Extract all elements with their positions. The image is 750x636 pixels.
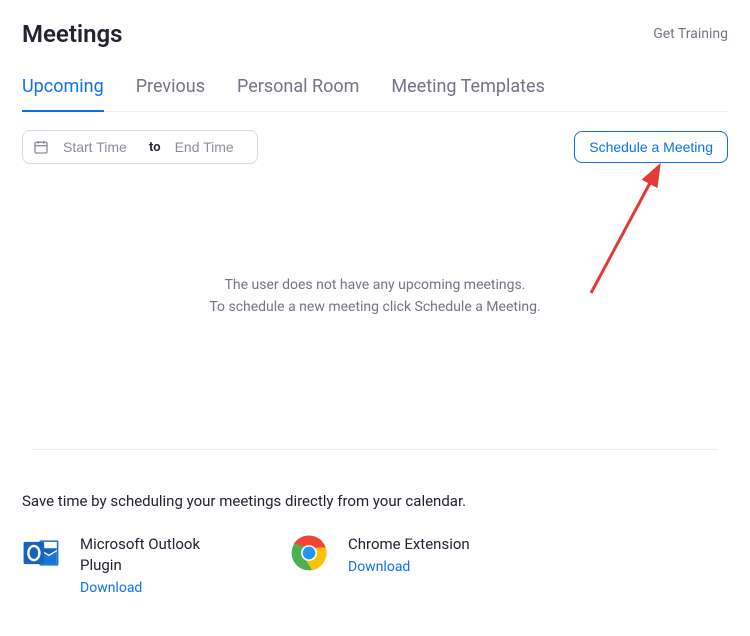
date-range-picker[interactable]: to: [22, 130, 258, 164]
schedule-meeting-button[interactable]: Schedule a Meeting: [574, 131, 728, 163]
end-time-input[interactable]: [175, 139, 247, 155]
tab-personal-room[interactable]: Personal Room: [237, 76, 359, 111]
tab-meeting-templates[interactable]: Meeting Templates: [391, 76, 544, 111]
empty-state-line2: To schedule a new meeting click Schedule…: [22, 296, 728, 318]
outlook-plugin-name: Microsoft Outlook Plugin: [80, 534, 230, 576]
get-training-link[interactable]: Get Training: [653, 26, 728, 42]
tab-previous[interactable]: Previous: [136, 76, 205, 111]
chrome-download-link[interactable]: Download: [348, 559, 470, 575]
empty-state-line1: The user does not have any upcoming meet…: [22, 274, 728, 296]
tab-upcoming[interactable]: Upcoming: [22, 76, 104, 111]
plugin-outlook: Microsoft Outlook Plugin Download: [22, 534, 230, 596]
empty-state: The user does not have any upcoming meet…: [22, 274, 728, 319]
chrome-extension-name: Chrome Extension: [348, 534, 470, 555]
page-title: Meetings: [22, 20, 123, 48]
to-label: to: [149, 140, 161, 155]
tabs-bar: Upcoming Previous Personal Room Meeting …: [22, 76, 728, 112]
start-time-input[interactable]: [63, 139, 135, 155]
chrome-icon: [290, 534, 328, 572]
outlook-download-link[interactable]: Download: [80, 580, 230, 596]
calendar-icon: [33, 139, 49, 155]
outlook-icon: [22, 534, 60, 572]
promo-text: Save time by scheduling your meetings di…: [22, 492, 728, 510]
plugin-chrome: Chrome Extension Download: [290, 534, 470, 596]
divider: [32, 449, 718, 450]
